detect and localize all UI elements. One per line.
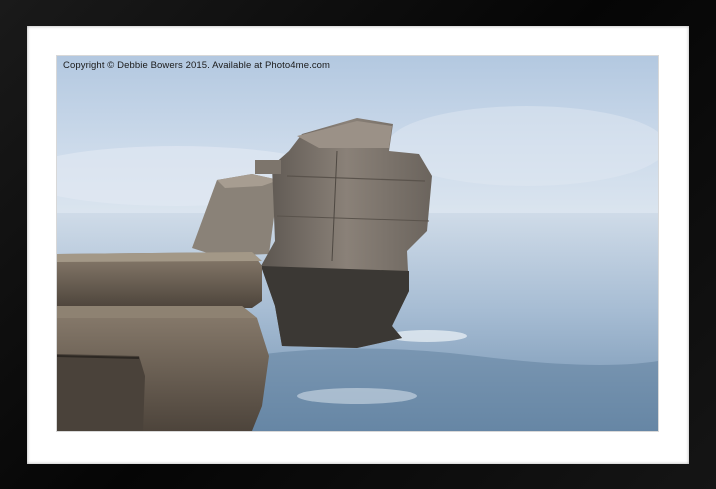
copyright-watermark: Copyright © Debbie Bowers 2015. Availabl… bbox=[63, 60, 331, 71]
foreground-rock bbox=[57, 354, 145, 431]
framed-photo: Copyright © Debbie Bowers 2015. Availabl… bbox=[57, 56, 658, 431]
seascape-image bbox=[57, 56, 658, 431]
picture-frame: Copyright © Debbie Bowers 2015. Availabl… bbox=[0, 0, 716, 489]
